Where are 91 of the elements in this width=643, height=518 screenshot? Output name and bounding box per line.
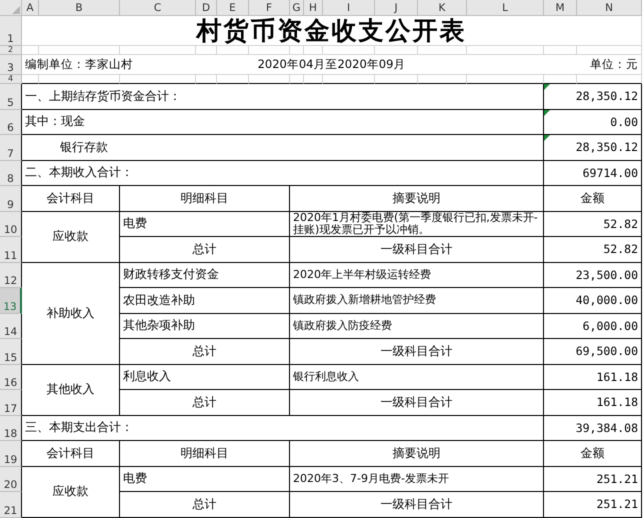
table-cell: 银行利息收入 (290, 364, 544, 390)
column-header[interactable]: C (120, 0, 196, 16)
table-cell: 52.82 (544, 237, 642, 262)
table-cell: 一级科目合计 (290, 339, 544, 364)
column-header[interactable]: L (467, 0, 544, 16)
row-header[interactable]: 9 (0, 186, 22, 212)
table-cell: 总计 (120, 237, 290, 262)
column-header[interactable]: J (375, 0, 418, 16)
error-indicator-icon (544, 110, 550, 116)
table-cell: 251.21 (544, 466, 642, 492)
table-cell: 总计 (120, 339, 290, 364)
column-header[interactable]: N (577, 0, 642, 16)
table-cell: 银行存款 (22, 135, 544, 160)
table-cell: 利息收入 (120, 364, 290, 390)
row-header[interactable]: 3 (0, 55, 22, 75)
table-cell: 一、上期结存货币资金合计： (22, 84, 544, 110)
column-header[interactable]: F (249, 0, 290, 16)
column-header[interactable]: H (304, 0, 323, 16)
table-cell: 其他杂项补助 (120, 314, 290, 339)
table-cell: 161.18 (544, 390, 642, 416)
row-header[interactable]: 10 (0, 212, 22, 237)
table-cell: 其中：现金 (22, 110, 544, 135)
row-header[interactable]: 7 (0, 135, 22, 160)
table-cell: 总计 (120, 492, 290, 518)
table-cell: 6,000.00 (544, 314, 642, 339)
table-cell: 2020年上半年村级运转经费 (290, 262, 544, 288)
row-header[interactable]: 15 (0, 339, 22, 364)
row-header[interactable]: 2 (0, 46, 22, 55)
row-header[interactable]: 4 (0, 75, 22, 84)
table-cell: 摘要说明 (290, 441, 544, 466)
column-header[interactable]: K (418, 0, 467, 16)
column-header[interactable]: M (544, 0, 577, 16)
table-cell: 金额 (544, 186, 642, 212)
table-cell: 69,500.00 (544, 339, 642, 364)
column-header[interactable]: A (22, 0, 39, 16)
table-cell: 三、本期支出合计： (22, 416, 544, 441)
amount-text: 28,350.12 (576, 140, 638, 154)
row-header[interactable]: 8 (0, 160, 22, 186)
row-header[interactable]: 19 (0, 441, 22, 466)
table-cell: 一级科目合计 (290, 237, 544, 262)
report-period: 2020年04月至2020年09月 (258, 57, 406, 72)
table-cell: 会计科目 (22, 441, 120, 466)
row-header[interactable]: 14 (0, 314, 22, 339)
table-cell: 明细科目 (120, 186, 290, 212)
compiling-unit: 编制单位：李家山村 (25, 57, 134, 72)
table-cell: 镇政府拨入防疫经费 (290, 314, 544, 339)
table-cell: 摘要说明 (290, 186, 544, 212)
row-header[interactable]: 1 (0, 16, 22, 46)
table-cell: 镇政府拨入新增耕地管护经费 (290, 288, 544, 314)
table-cell: 52.82 (544, 212, 642, 237)
row-header[interactable]: 17 (0, 390, 22, 416)
column-header[interactable]: I (323, 0, 375, 16)
table-cell: 一级科目合计 (290, 492, 544, 518)
row-header[interactable]: 12 (0, 262, 22, 288)
column-header[interactable]: D (196, 0, 217, 16)
sheet-title: 村货币资金收支公开表 (22, 16, 642, 46)
table-cell: 40,000.00 (544, 288, 642, 314)
row-header[interactable]: 5 (0, 84, 22, 110)
table-cell: 一级科目合计 (290, 390, 544, 416)
error-indicator-icon (544, 84, 550, 90)
table-cell: 2020年1月村委电费(第一季度银行已扣,发票未开-挂账)现发票已开予以冲销。 (290, 212, 544, 237)
amount-text: 69714.00 (582, 166, 638, 180)
table-cell: 二、本期收入合计： (22, 160, 544, 186)
table-cell: 财政转移支付资金 (120, 262, 290, 288)
row-header[interactable]: 20 (0, 466, 22, 492)
row-header[interactable]: 18 (0, 416, 22, 441)
row-header[interactable]: 6 (0, 110, 22, 135)
column-header[interactable]: G (290, 0, 304, 16)
table-cell: 总计 (120, 390, 290, 416)
table-cell: 会计科目 (22, 186, 120, 212)
table-cell: 金额 (544, 441, 642, 466)
table-cell: 251.21 (544, 492, 642, 518)
row-header[interactable]: 21 (0, 492, 22, 518)
table-cell: 明细科目 (120, 441, 290, 466)
table-cell: 电费 (120, 466, 290, 492)
amount-text: 39,384.08 (576, 420, 638, 435)
table-cell: 2020年3、7-9月电费-发票未开 (290, 466, 544, 492)
error-indicator-icon (544, 135, 550, 141)
row-header[interactable]: 13 (0, 288, 22, 314)
amount-text: 28,350.12 (576, 89, 638, 104)
table-cell: 161.18 (544, 364, 642, 390)
currency-unit: 单位：元 (589, 57, 638, 72)
row-header[interactable]: 16 (0, 364, 22, 390)
column-header[interactable]: B (39, 0, 120, 16)
amount-text: 0.00 (610, 114, 638, 129)
column-header[interactable]: E (217, 0, 249, 16)
table-cell: 23,500.00 (544, 262, 642, 288)
select-all-icon[interactable] (12, 6, 20, 14)
table-cell: 农田改造补助 (120, 288, 290, 314)
table-cell: 电费 (120, 212, 290, 237)
row-header[interactable]: 11 (0, 237, 22, 262)
